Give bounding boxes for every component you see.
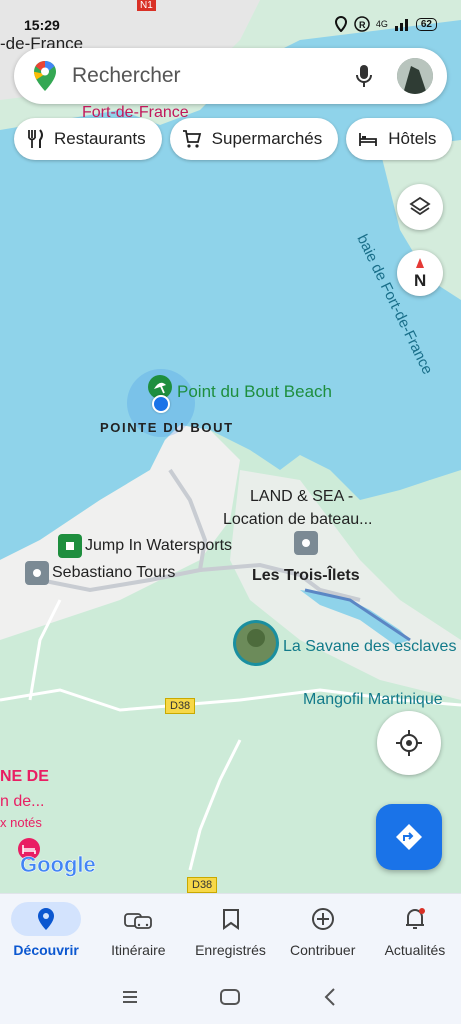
road-badge-n1: N1 (137, 0, 156, 11)
mic-icon[interactable] (355, 64, 373, 88)
sebastiano-poi-icon[interactable] (25, 561, 49, 585)
back-icon[interactable] (324, 988, 335, 1006)
cart-icon (182, 130, 201, 148)
label-mangofil[interactable]: Mangofil Martinique (303, 691, 443, 709)
bookmark-icon (222, 909, 239, 930)
label-pointe-du-bout: POINTE DU BOUT (100, 420, 234, 435)
layers-button[interactable] (397, 184, 443, 230)
chip-supermarkets-label: Supermarchés (211, 129, 323, 148)
label-trois-ilets: Les Trois-Îlets (252, 567, 360, 584)
jump-in-poi-icon[interactable] (58, 534, 82, 558)
account-avatar[interactable] (397, 58, 433, 94)
label-fort-de-france: Fort-de-France (82, 104, 189, 121)
current-location-dot (152, 395, 170, 413)
google-logo-text: Google (20, 852, 96, 878)
my-location-button[interactable] (377, 711, 441, 775)
compass-icon: N (414, 258, 426, 290)
label-point-du-bout-beach[interactable]: Point du Bout Beach (177, 382, 332, 402)
nav-saved[interactable]: Enregistrés (184, 894, 276, 973)
bell-icon (405, 908, 425, 929)
road-badge-d38-a: D38 (165, 698, 196, 714)
status-time: 15:29 (24, 17, 60, 33)
signal-icon (394, 19, 408, 31)
location-pin-icon (38, 908, 55, 930)
savane-poi-photo[interactable] (233, 620, 279, 666)
nav-contribute[interactable]: Contribuer (277, 894, 369, 973)
fork-knife-icon (28, 129, 43, 148)
chip-hotels[interactable]: Hôtels (346, 118, 453, 160)
battery-indicator: 62 (415, 17, 437, 31)
nav-itinerary[interactable]: Itinéraire (92, 894, 184, 973)
layers-icon (409, 196, 431, 216)
system-navigation-bar (0, 973, 461, 1024)
category-chips: Restaurants Supermarchés Hôtels (14, 118, 453, 160)
nav-saved-label: Enregistrés (195, 942, 266, 958)
car-icon (124, 913, 153, 929)
directions-icon (396, 824, 422, 850)
nav-discover-label: Découvrir (13, 942, 79, 958)
google-maps-pin-icon (34, 61, 56, 91)
directions-button[interactable] (376, 804, 442, 870)
crosshair-icon (396, 730, 422, 756)
land-sea-poi-icon[interactable] (294, 531, 318, 555)
map-view[interactable]: 15:29 -de-France R 4G 62 Rechercher Rest… (0, 0, 461, 893)
svg-text:R: R (359, 20, 366, 30)
label-sebastiano[interactable]: Sebastiano Tours (52, 564, 175, 582)
nav-updates[interactable]: Actualités (369, 894, 461, 973)
chip-hotels-label: Hôtels (388, 129, 437, 148)
nav-updates-label: Actualités (384, 942, 446, 958)
label-savane[interactable]: La Savane des esclaves (283, 638, 456, 656)
label-jump-in[interactable]: Jump In Watersports (85, 537, 232, 555)
chip-supermarkets[interactable]: Supermarchés (169, 118, 339, 160)
network-type: 4G (375, 19, 388, 29)
label-land-sea-1[interactable]: LAND & SEA - (250, 488, 353, 506)
status-bar: 15:29 -de-France R 4G 62 (0, 14, 461, 53)
nav-contribute-label: Contribuer (290, 942, 356, 958)
search-input[interactable] (72, 64, 322, 88)
google-logo: Google (20, 852, 96, 878)
status-icons: R 4G 62 (334, 16, 437, 32)
chip-restaurants[interactable]: Restaurants (14, 118, 162, 160)
nav-itinerary-label: Itinéraire (111, 942, 166, 958)
avatar-image (397, 58, 433, 94)
search-bar[interactable] (14, 48, 447, 104)
bed-icon (359, 133, 378, 146)
road-badge-d38-b: D38 (187, 877, 218, 893)
home-icon[interactable] (220, 989, 240, 1005)
label-land-sea-2[interactable]: Location de bateau... (223, 511, 372, 529)
nav-discover[interactable]: Découvrir (0, 894, 92, 973)
compass-button[interactable]: N (397, 250, 443, 296)
registered-icon: R (354, 16, 370, 32)
recents-icon[interactable] (123, 991, 137, 1003)
label-hotel-1[interactable]: NE DE (0, 768, 49, 786)
location-status-icon (334, 16, 347, 32)
bottom-navigation: Découvrir Itinéraire Enregistrés Contrib… (0, 893, 461, 973)
compass-letter: N (414, 271, 426, 290)
add-circle-icon (311, 908, 334, 930)
chip-restaurants-label: Restaurants (54, 129, 146, 148)
label-hotel-2[interactable]: n de... (0, 793, 44, 811)
label-hotel-3[interactable]: x notés (0, 815, 42, 830)
